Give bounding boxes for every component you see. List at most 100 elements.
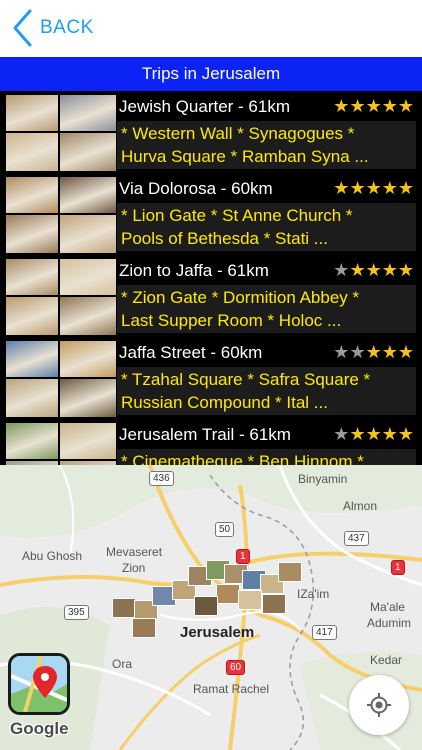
star-filled-icon: ★: [365, 424, 382, 445]
trip-name: Jerusalem Trail - 61km: [119, 425, 291, 444]
page-title: Trips in Jerusalem: [141, 64, 281, 83]
map-photo-marker[interactable]: [238, 590, 262, 610]
map-label: Almon: [343, 499, 378, 513]
trip-description: * Zion Gate * Dormition Abbey * Last Sup…: [117, 285, 416, 333]
star-rating: ★ ★ ★ ★ ★: [333, 260, 414, 282]
road-number-badge: 437: [344, 531, 369, 546]
back-button[interactable]: BACK: [10, 8, 94, 48]
top-navigation-bar: BACK: [0, 0, 422, 57]
trip-photo: [6, 215, 58, 253]
map-label: Abu Ghosh: [22, 549, 83, 563]
map-photo-marker[interactable]: [216, 584, 240, 604]
map-photo-marker[interactable]: [278, 562, 302, 582]
map-photo-marker[interactable]: [194, 596, 218, 616]
star-filled-icon: ★: [349, 424, 366, 445]
trip-row-zion-to-jaffa[interactable]: Zion to Jaffa - 61km ★ ★ ★ ★ ★ * Zion Gate *…: [0, 255, 422, 337]
star-filled-icon: ★: [365, 342, 382, 363]
star-filled-icon: ★: [349, 96, 366, 117]
map-label: Ma'ale: [370, 600, 405, 614]
map-label: Ramat Rachel: [193, 682, 270, 696]
page-title-bar: Trips in Jerusalem: [0, 57, 422, 91]
star-empty-icon: ★: [349, 342, 366, 363]
map-photo-marker[interactable]: [112, 598, 136, 618]
trip-photo: [60, 133, 116, 171]
star-rating: ★ ★ ★ ★ ★: [333, 96, 414, 118]
trip-name: Jaffa Street - 60km: [119, 343, 263, 362]
trip-photo: [6, 341, 58, 377]
trip-photo: [6, 259, 58, 295]
trip-row-jerusalem-trail[interactable]: Jerusalem Trail - 61km ★ ★ ★ ★ ★ * Cinemathe…: [0, 419, 422, 465]
map-label: Kedar: [370, 653, 403, 667]
star-filled-icon: ★: [365, 260, 382, 281]
road-number-badge: 417: [312, 625, 337, 640]
trip-photo: [60, 177, 116, 213]
trip-description-line: * Lion Gate * St Anne Church *: [121, 206, 353, 225]
trip-row-via-dolorosa[interactable]: Via Dolorosa - 60km ★ ★ ★ ★ ★ * Lion Gate * …: [0, 173, 422, 255]
trip-photo: [60, 95, 116, 131]
road-number-badge: 395: [64, 605, 89, 620]
trip-description-line: Hurva Square * Ramban Syna ...: [121, 147, 369, 166]
star-filled-icon: ★: [397, 96, 414, 117]
map-label: Mevaseret: [106, 545, 163, 559]
star-filled-icon: ★: [397, 342, 414, 363]
trip-photo: [6, 133, 58, 171]
my-location-button[interactable]: [349, 675, 409, 735]
star-filled-icon: ★: [397, 424, 414, 445]
star-filled-icon: ★: [381, 96, 398, 117]
trip-photo: [60, 341, 116, 377]
road-number-badge: 436: [149, 471, 174, 486]
trip-description-line: * Zion Gate * Dormition Abbey *: [121, 288, 360, 307]
star-rating: ★ ★ ★ ★ ★: [333, 424, 414, 446]
star-empty-icon: ★: [333, 260, 350, 281]
trip-description-line: * Tzahal Square * Safra Square *: [121, 370, 371, 389]
star-rating: ★ ★ ★ ★ ★: [333, 342, 414, 364]
trip-list[interactable]: Jewish Quarter - 61km ★ ★ ★ ★ ★ * Western Wa…: [0, 91, 422, 465]
star-filled-icon: ★: [349, 260, 366, 281]
map-pin-icon: [11, 656, 67, 712]
trip-photo: [60, 297, 116, 335]
back-label: BACK: [40, 17, 94, 38]
trip-photo: [6, 177, 58, 213]
road-number-badge: 60: [226, 660, 246, 675]
star-filled-icon: ★: [381, 178, 398, 199]
trip-photo-markers[interactable]: [112, 560, 302, 640]
trip-name: Jewish Quarter - 61km: [119, 97, 290, 116]
app-map-icon[interactable]: [8, 653, 70, 715]
star-filled-icon: ★: [349, 178, 366, 199]
trip-thumbnails: [6, 95, 116, 171]
trip-photo: [6, 379, 58, 417]
star-filled-icon: ★: [381, 260, 398, 281]
trip-description-line: Last Supper Room * Holoc ...: [121, 311, 342, 330]
map-label: Ora: [112, 657, 133, 671]
trip-photo: [60, 423, 116, 459]
trip-photo: [60, 259, 116, 295]
star-empty-icon: ★: [333, 424, 350, 445]
trip-description-line: Russian Compound * Ital ...: [121, 393, 328, 412]
star-filled-icon: ★: [333, 96, 350, 117]
trip-row-jewish-quarter[interactable]: Jewish Quarter - 61km ★ ★ ★ ★ ★ * Western Wa…: [0, 91, 422, 173]
trip-photo: [60, 379, 116, 417]
chevron-left-icon: [13, 9, 32, 47]
trip-description: * Cinematheque * Ben Hinnom *: [117, 449, 416, 465]
map-photo-marker[interactable]: [132, 618, 156, 638]
trip-row-jaffa-street[interactable]: Jaffa Street - 60km ★ ★ ★ ★ ★ * Tzahal Squar…: [0, 337, 422, 419]
trip-name: Zion to Jaffa - 61km: [119, 261, 269, 280]
map-label: Adumim: [367, 616, 412, 630]
trip-thumbnails: [6, 259, 116, 335]
star-filled-icon: ★: [397, 260, 414, 281]
trip-thumbnails: [6, 341, 116, 417]
star-empty-icon: ★: [333, 342, 350, 363]
trip-photo: [6, 423, 58, 459]
google-logo-text: Google: [10, 719, 69, 738]
trip-thumbnails: [6, 423, 116, 465]
star-rating: ★ ★ ★ ★ ★: [333, 178, 414, 200]
trip-photo: [6, 95, 58, 131]
trip-thumbnails: [6, 177, 116, 253]
star-filled-icon: ★: [381, 342, 398, 363]
map-label: Binyamin: [298, 472, 348, 486]
trip-photo: [6, 297, 58, 335]
trip-name: Via Dolorosa - 60km: [119, 179, 273, 198]
map-photo-marker[interactable]: [262, 594, 286, 614]
star-filled-icon: ★: [365, 96, 382, 117]
trip-description: * Lion Gate * St Anne Church * Pools of …: [117, 203, 416, 251]
